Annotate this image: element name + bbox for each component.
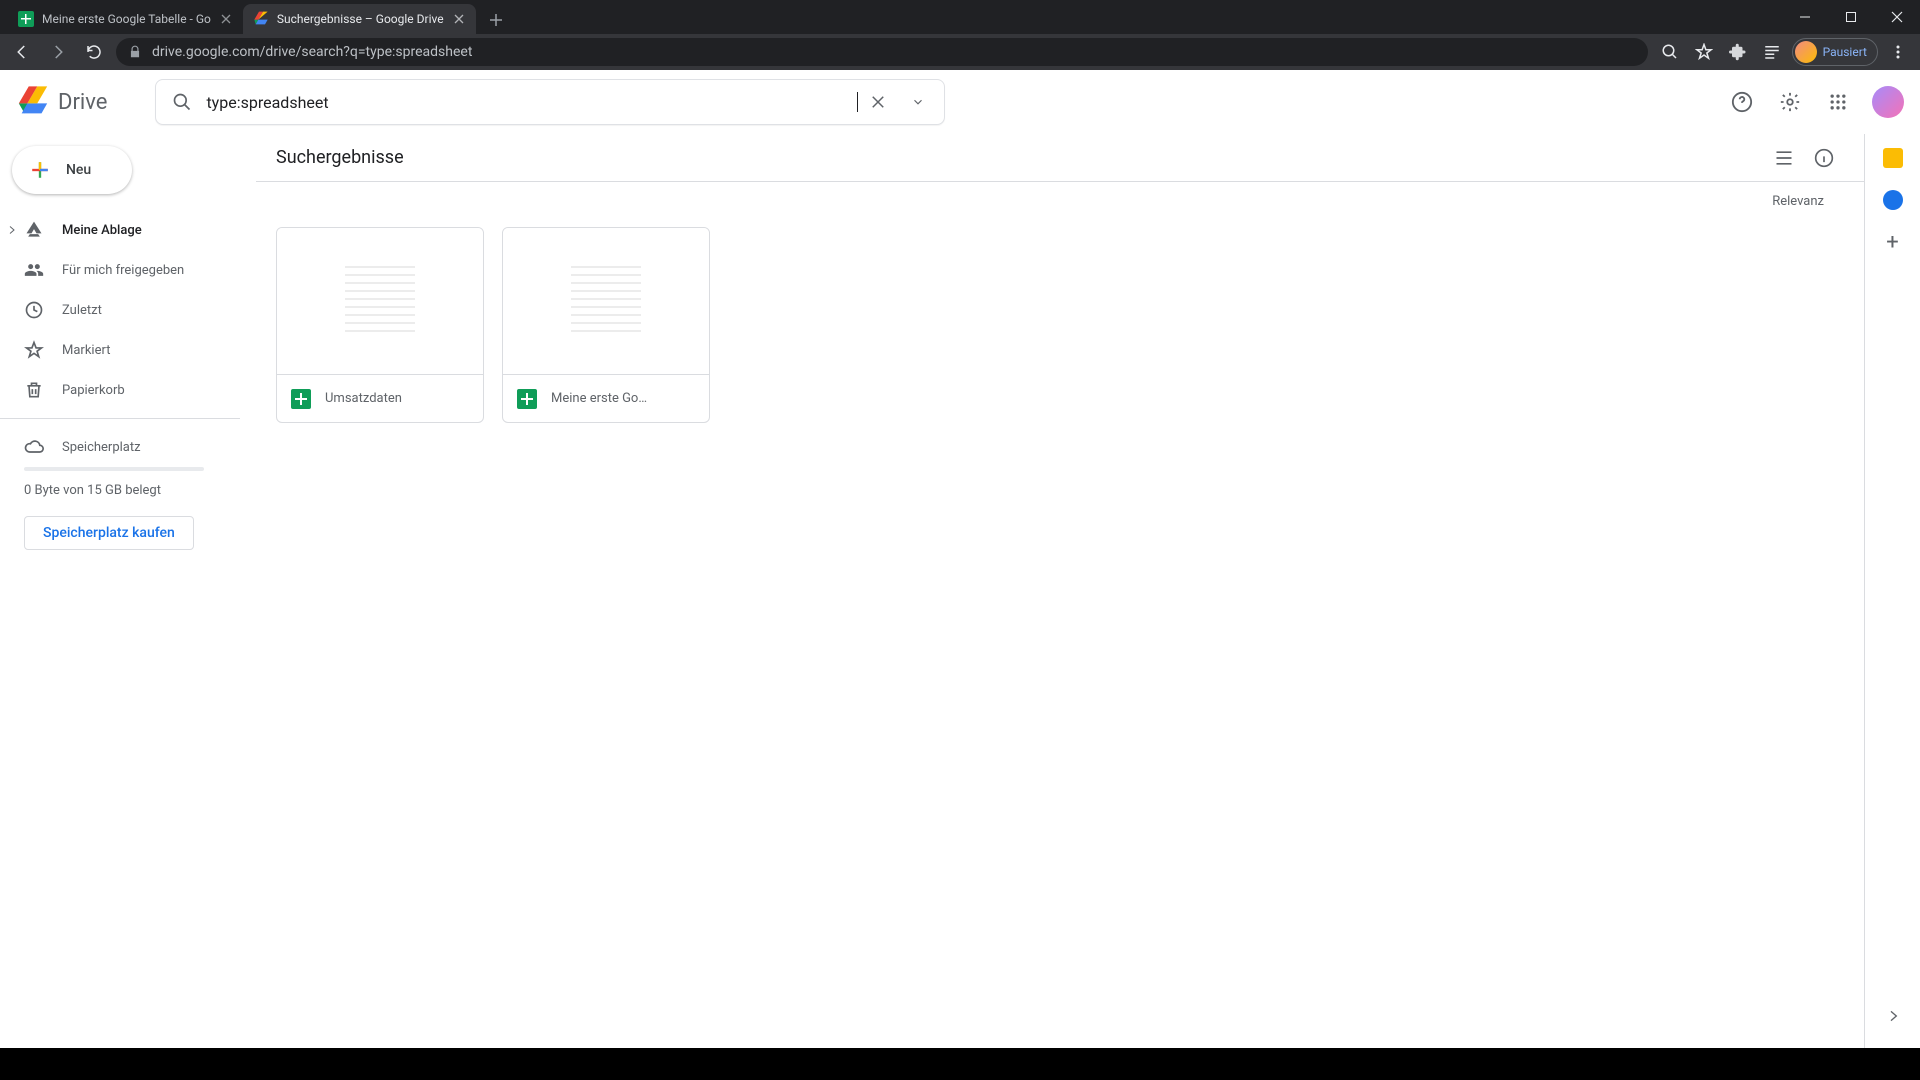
drive-logo[interactable]: Drive xyxy=(16,85,137,119)
close-window-button[interactable] xyxy=(1874,0,1920,34)
close-icon[interactable] xyxy=(219,12,233,26)
chrome-menu-button[interactable] xyxy=(1884,38,1912,66)
storage-usage-text: 0 Byte von 15 GB belegt xyxy=(0,475,256,510)
list-view-button[interactable] xyxy=(1764,138,1804,178)
reading-list-icon[interactable] xyxy=(1758,38,1786,66)
sort-row: Relevanz xyxy=(256,182,1864,209)
my-drive-icon xyxy=(24,220,44,240)
extensions-icon[interactable] xyxy=(1724,38,1752,66)
close-icon[interactable] xyxy=(452,12,466,26)
main-content: Suchergebnisse Relevanz Umsatzdaten xyxy=(256,134,1864,1048)
zoom-icon[interactable] xyxy=(1656,38,1684,66)
sidebar: Neu Meine Ablage Für mich freigegeben Z xyxy=(0,134,256,1048)
support-button[interactable] xyxy=(1722,82,1762,122)
avatar-icon xyxy=(1795,41,1817,63)
collapse-panel-button[interactable] xyxy=(1873,996,1913,1036)
taskbar-region xyxy=(0,1048,1920,1080)
tab-strip: Meine erste Google Tabelle - Go Sucherge… xyxy=(0,0,1920,34)
file-thumbnail xyxy=(503,228,709,374)
url-input[interactable]: drive.google.com/drive/search?q=type:spr… xyxy=(116,38,1648,66)
new-tab-button[interactable] xyxy=(482,6,510,34)
recent-icon xyxy=(24,300,44,320)
sheets-icon xyxy=(517,389,537,409)
sidebar-item-label: Meine Ablage xyxy=(62,223,142,238)
back-button[interactable] xyxy=(8,38,36,66)
sheets-icon xyxy=(291,389,311,409)
results-grid: Umsatzdaten Meine erste Go… xyxy=(256,209,1864,441)
sidebar-item-my-drive[interactable]: Meine Ablage xyxy=(0,210,244,250)
browser-window: Meine erste Google Tabelle - Go Sucherge… xyxy=(0,0,1920,1080)
drive-header: Drive xyxy=(0,70,1920,134)
chevron-right-icon[interactable] xyxy=(4,222,20,238)
address-bar: drive.google.com/drive/search?q=type:spr… xyxy=(0,34,1920,70)
sidebar-item-label: Speicherplatz xyxy=(62,440,141,455)
maximize-button[interactable] xyxy=(1828,0,1874,34)
sidebar-item-recent[interactable]: Zuletzt xyxy=(0,290,244,330)
search-options-button[interactable] xyxy=(898,82,938,122)
bookmark-icon[interactable] xyxy=(1690,38,1718,66)
buy-storage-button[interactable]: Speicherplatz kaufen xyxy=(24,516,194,550)
trash-icon xyxy=(24,380,44,400)
browser-tab[interactable]: Meine erste Google Tabelle - Go xyxy=(8,4,243,34)
drive-wordmark: Drive xyxy=(58,90,107,115)
minimize-button[interactable] xyxy=(1782,0,1828,34)
profile-chip[interactable]: Pausiert xyxy=(1792,38,1878,66)
drive-logo-icon xyxy=(16,85,50,119)
drive-app: Drive Neu xyxy=(0,70,1920,1048)
sidebar-item-trash[interactable]: Papierkorb xyxy=(0,370,244,410)
file-card[interactable]: Meine erste Go… xyxy=(502,227,710,423)
apps-button[interactable] xyxy=(1818,82,1858,122)
file-name: Umsatzdaten xyxy=(325,391,402,406)
details-button[interactable] xyxy=(1804,138,1844,178)
tab-title: Suchergebnisse – Google Drive xyxy=(277,12,444,26)
window-controls xyxy=(1782,0,1920,34)
account-avatar[interactable] xyxy=(1872,86,1904,118)
new-button-label: Neu xyxy=(66,162,91,178)
file-name: Meine erste Go… xyxy=(551,391,647,406)
reload-button[interactable] xyxy=(80,38,108,66)
file-thumbnail xyxy=(277,228,483,374)
keep-icon[interactable] xyxy=(1883,148,1903,168)
sidebar-item-starred[interactable]: Markiert xyxy=(0,330,244,370)
add-addon-button[interactable]: + xyxy=(1886,232,1898,254)
sidebar-item-label: Markiert xyxy=(62,343,110,358)
side-panel: + xyxy=(1864,134,1920,1048)
settings-button[interactable] xyxy=(1770,82,1810,122)
sheets-favicon-icon xyxy=(18,11,34,27)
profile-status-label: Pausiert xyxy=(1823,45,1867,59)
lock-icon xyxy=(128,45,142,59)
drive-favicon-icon xyxy=(253,11,269,27)
forward-button[interactable] xyxy=(44,38,72,66)
cloud-icon xyxy=(24,437,44,457)
storage-progress xyxy=(24,467,204,471)
sidebar-item-label: Papierkorb xyxy=(62,383,125,398)
url-text: drive.google.com/drive/search?q=type:spr… xyxy=(152,44,472,60)
divider xyxy=(0,418,240,419)
star-icon xyxy=(24,340,44,360)
shared-icon xyxy=(24,260,44,280)
new-button[interactable]: Neu xyxy=(12,146,132,194)
sidebar-item-label: Für mich freigegeben xyxy=(62,263,184,278)
sidebar-item-shared[interactable]: Für mich freigegeben xyxy=(0,250,244,290)
search-box xyxy=(155,79,945,125)
file-card[interactable]: Umsatzdaten xyxy=(276,227,484,423)
sort-dropdown[interactable]: Relevanz xyxy=(1772,194,1824,209)
tab-title: Meine erste Google Tabelle - Go xyxy=(42,12,211,26)
search-input[interactable] xyxy=(194,93,821,112)
tasks-icon[interactable] xyxy=(1883,190,1903,210)
browser-tab[interactable]: Suchergebnisse – Google Drive xyxy=(243,4,476,34)
sidebar-item-label: Zuletzt xyxy=(62,303,102,318)
page-title: Suchergebnisse xyxy=(276,147,404,168)
plus-icon xyxy=(26,156,54,184)
clear-search-button[interactable] xyxy=(858,82,898,122)
content-header: Suchergebnisse xyxy=(256,134,1864,182)
drive-body: Neu Meine Ablage Für mich freigegeben Z xyxy=(0,134,1920,1048)
sidebar-item-storage[interactable]: Speicherplatz xyxy=(0,427,244,467)
search-icon[interactable] xyxy=(170,90,194,114)
